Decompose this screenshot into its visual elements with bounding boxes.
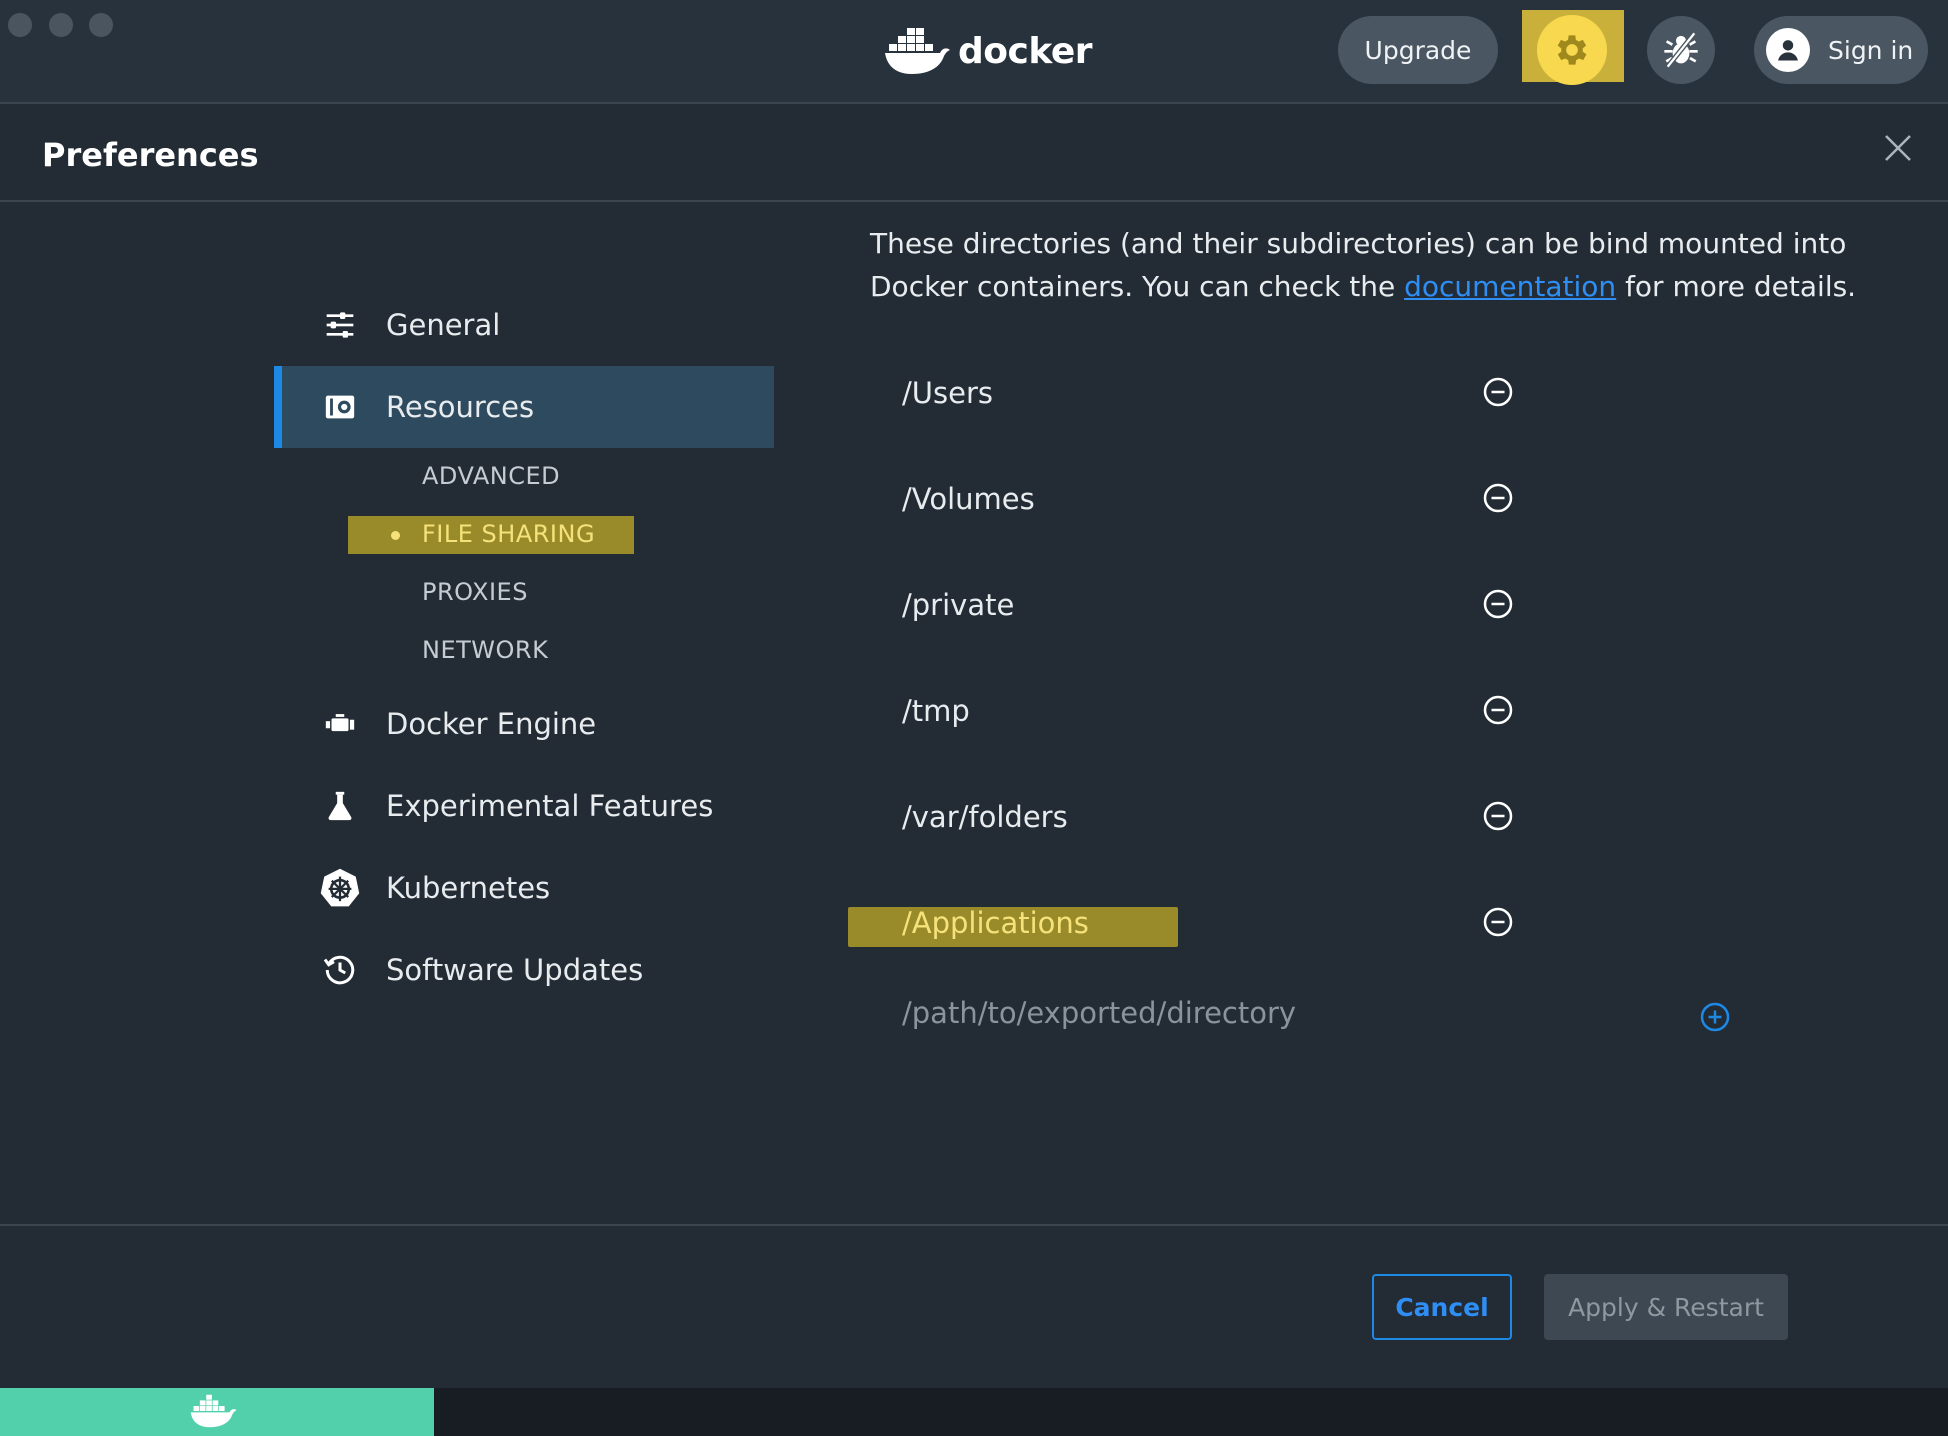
window-minimize-control[interactable] — [49, 13, 73, 37]
documentation-link[interactable]: documentation — [1404, 270, 1616, 303]
settings-button[interactable] — [1537, 15, 1607, 85]
avatar — [1766, 28, 1810, 72]
apply-restart-button[interactable]: Apply & Restart — [1544, 1274, 1788, 1340]
sidebar-item-label: Experimental Features — [386, 789, 714, 823]
resources-icon — [318, 385, 362, 429]
cancel-button[interactable]: Cancel — [1372, 1274, 1512, 1340]
history-icon — [318, 948, 362, 992]
docker-wordmark: docker — [958, 30, 1093, 72]
sidebar-item-experimental-features[interactable]: Experimental Features — [274, 765, 774, 847]
flask-icon — [318, 784, 362, 828]
page-title: Preferences — [42, 136, 259, 174]
remove-directory-icon[interactable] — [1482, 800, 1514, 832]
shared-directory-row: /var/folders — [902, 786, 1522, 846]
sidebar-subitem-file-sharing[interactable]: FILE SHARING — [422, 520, 595, 548]
sidebar-item-label: Software Updates — [386, 953, 644, 987]
directory-path: /Volumes — [902, 482, 1035, 516]
title-bar: docker Upgrade Sign in — [0, 0, 1948, 104]
sliders-icon — [318, 303, 362, 347]
shared-directory-row: /Volumes — [902, 468, 1522, 528]
sidebar-subitem-proxies[interactable]: PROXIES — [422, 578, 528, 606]
active-indicator-dot — [391, 531, 400, 540]
sidebar-subitem-advanced[interactable]: ADVANCED — [422, 462, 560, 490]
sign-in-label: Sign in — [1828, 35, 1914, 65]
docker-logo: docker — [884, 26, 1093, 76]
bug-icon — [1664, 31, 1698, 69]
add-directory-icon[interactable] — [1699, 1001, 1731, 1033]
shared-directory-row: /Users — [902, 362, 1522, 422]
new-directory-path-input[interactable] — [902, 996, 1502, 1030]
sign-in-button[interactable]: Sign in — [1754, 16, 1928, 84]
sidebar-item-label: Resources — [386, 390, 535, 424]
kubernetes-icon — [318, 866, 362, 910]
close-icon[interactable] — [1880, 130, 1916, 166]
sidebar-item-label: Kubernetes — [386, 871, 551, 905]
remove-directory-icon[interactable] — [1482, 694, 1514, 726]
engine-icon — [318, 702, 362, 746]
docker-whale-icon — [885, 28, 950, 74]
remove-directory-icon[interactable] — [1482, 376, 1514, 408]
directory-path: /var/folders — [902, 800, 1068, 834]
directory-path: /Applications — [902, 906, 1089, 940]
directory-path: /Users — [902, 376, 993, 410]
sidebar-item-software-updates[interactable]: Software Updates — [274, 929, 774, 1011]
preferences-header: Preferences — [0, 106, 1948, 202]
docker-preferences-window: docker Upgrade Sign in Preferences Gener… — [0, 0, 1948, 1436]
shared-directory-row: /private — [902, 574, 1522, 634]
description-text-end: for more details. — [1616, 270, 1857, 303]
sidebar-subitem-network[interactable]: NETWORK — [422, 636, 548, 664]
window-zoom-control[interactable] — [89, 13, 113, 37]
sidebar-item-docker-engine[interactable]: Docker Engine — [274, 683, 774, 765]
shared-directory-row: /Applications — [902, 892, 1522, 952]
footer-divider — [0, 1224, 1948, 1226]
sidebar-item-label: Docker Engine — [386, 707, 597, 741]
shared-directory-row: /tmp — [902, 680, 1522, 740]
directory-path: /tmp — [902, 694, 970, 728]
upgrade-button[interactable]: Upgrade — [1338, 16, 1498, 84]
file-sharing-description: These directories (and their subdirector… — [870, 222, 1890, 308]
engine-status-indicator[interactable] — [0, 1388, 434, 1436]
sidebar-item-label: General — [386, 308, 501, 342]
sidebar-item-resources[interactable]: Resources — [274, 366, 774, 448]
user-icon — [1778, 40, 1798, 61]
troubleshoot-button[interactable] — [1647, 16, 1715, 84]
docker-whale-icon — [190, 1394, 237, 1428]
sidebar-item-kubernetes[interactable]: Kubernetes — [274, 847, 774, 929]
remove-directory-icon[interactable] — [1482, 906, 1514, 938]
directory-path: /private — [902, 588, 1015, 622]
gear-icon — [1557, 35, 1587, 65]
remove-directory-icon[interactable] — [1482, 588, 1514, 620]
window-close-control[interactable] — [8, 13, 32, 37]
remove-directory-icon[interactable] — [1482, 482, 1514, 514]
status-bar — [0, 1388, 1948, 1436]
sidebar-item-general[interactable]: General — [274, 284, 774, 366]
